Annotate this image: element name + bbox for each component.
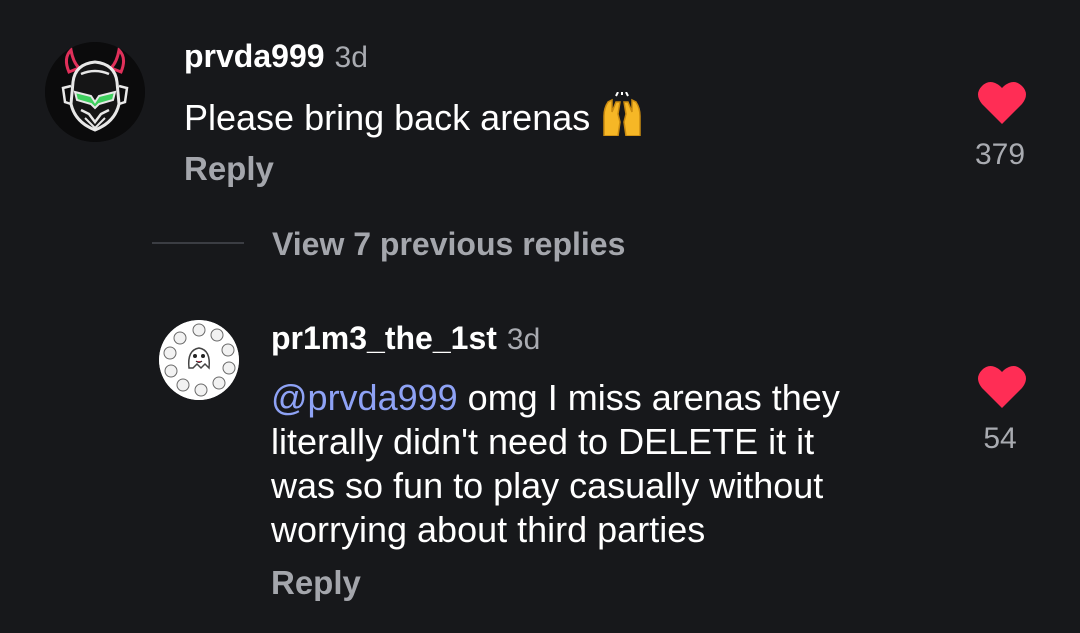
comment-time: 3d [506,323,541,356]
like-count: 54 [983,422,1017,455]
reply-button[interactable]: Reply [184,150,274,188]
comment-time: 3d [334,41,368,74]
avatar[interactable] [45,42,145,142]
mention-link[interactable]: @prvda999 [271,377,458,418]
avatar[interactable] [159,320,239,400]
username-text[interactable]: prvda999 [184,38,325,74]
username-text[interactable]: pr1m3_the_1st [271,320,497,356]
raising-hands-emoji [598,91,646,146]
comment-line: worrying about third parties [271,509,706,550]
view-previous-replies-button[interactable]: View 7 previous replies [272,226,625,263]
reply-button[interactable]: Reply [271,564,361,602]
ghost-avatar-icon [159,320,239,400]
like-count: 379 [974,138,1026,171]
comment-body: Please bring back arenas [184,97,591,138]
comment-line: omg I miss arenas they [457,377,840,418]
comment-username[interactable]: prvda999 3d [184,38,368,75]
comment-line: was so fun to play casually without [271,465,824,506]
comment-line: literally didn't need to DELETE it it [271,421,815,462]
comment-text: Please bring back arenas [184,91,646,146]
heart-icon[interactable] [976,80,1028,126]
heart-icon[interactable] [976,364,1028,410]
comment-username[interactable]: pr1m3_the_1st 3d [271,320,540,357]
comment-text: @prvda999 omg I miss arenas they literal… [271,376,931,552]
helmet-avatar-icon [45,42,145,142]
divider-line [152,242,244,244]
